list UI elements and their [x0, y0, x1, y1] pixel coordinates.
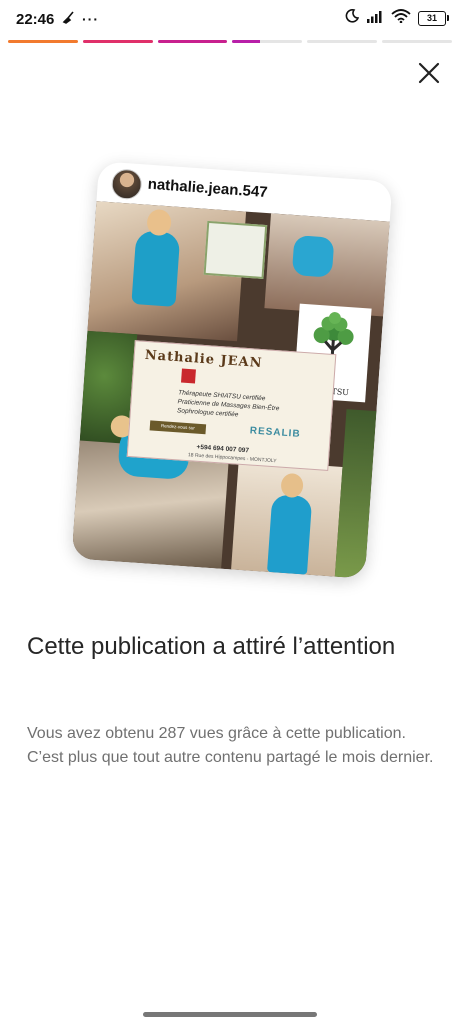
- photo-figure-4: [266, 494, 313, 575]
- post-preview-card[interactable]: nathalie.jean.547 SHIATSU: [71, 161, 393, 579]
- photo-panel-certificate: [203, 220, 268, 279]
- progress-segment: [382, 40, 452, 43]
- battery-icon: 31: [418, 11, 449, 26]
- progress-segment: [307, 40, 378, 43]
- flyer: Nathalie JEAN Thérapeute SHIATSU certifi…: [126, 340, 337, 471]
- photo-panel-right-strip: [334, 409, 377, 579]
- flyer-name: Nathalie JEAN: [144, 347, 263, 372]
- flyer-button: Rendez-vous sur: [149, 420, 207, 435]
- flyer-lines: Thérapeute SHIATSU certifiée Praticienne…: [177, 388, 281, 422]
- close-icon: [418, 62, 440, 84]
- progress-segment: [82, 40, 153, 43]
- description: Vous avez obtenu 287 vues grâce à cette …: [27, 725, 434, 766]
- signal-icon: [366, 10, 384, 28]
- photo-figure-1: [131, 229, 181, 307]
- progress-segment: [8, 40, 78, 43]
- avatar: [110, 168, 143, 201]
- close-button[interactable]: [414, 58, 444, 88]
- progress-fill: [8, 40, 78, 43]
- progress-fill: [232, 40, 261, 43]
- status-bar: 22:46 ··· 31: [0, 0, 460, 38]
- photo-figure-2: [291, 235, 335, 278]
- flyer-brand: RESALIB: [249, 425, 301, 440]
- status-time: 22:46: [16, 11, 55, 28]
- progress-fill: [157, 40, 228, 43]
- flyer-seal: [181, 368, 196, 384]
- wifi-icon: [391, 9, 411, 28]
- progress-segment: [232, 40, 303, 43]
- progress-fill: [82, 40, 153, 43]
- more-dots-icon: ···: [82, 10, 99, 27]
- progress-segment: [157, 40, 228, 43]
- moon-icon: [345, 9, 360, 28]
- story-progress: [8, 40, 452, 43]
- headline: Cette publication a attiré l’attention: [27, 633, 396, 660]
- username: nathalie.jean.547: [147, 175, 269, 202]
- home-indicator[interactable]: [143, 1012, 317, 1017]
- cleaner-icon: [62, 10, 76, 27]
- post-image: SHIATSU Nathalie JEAN Thérapeute SHIATSU…: [71, 201, 390, 579]
